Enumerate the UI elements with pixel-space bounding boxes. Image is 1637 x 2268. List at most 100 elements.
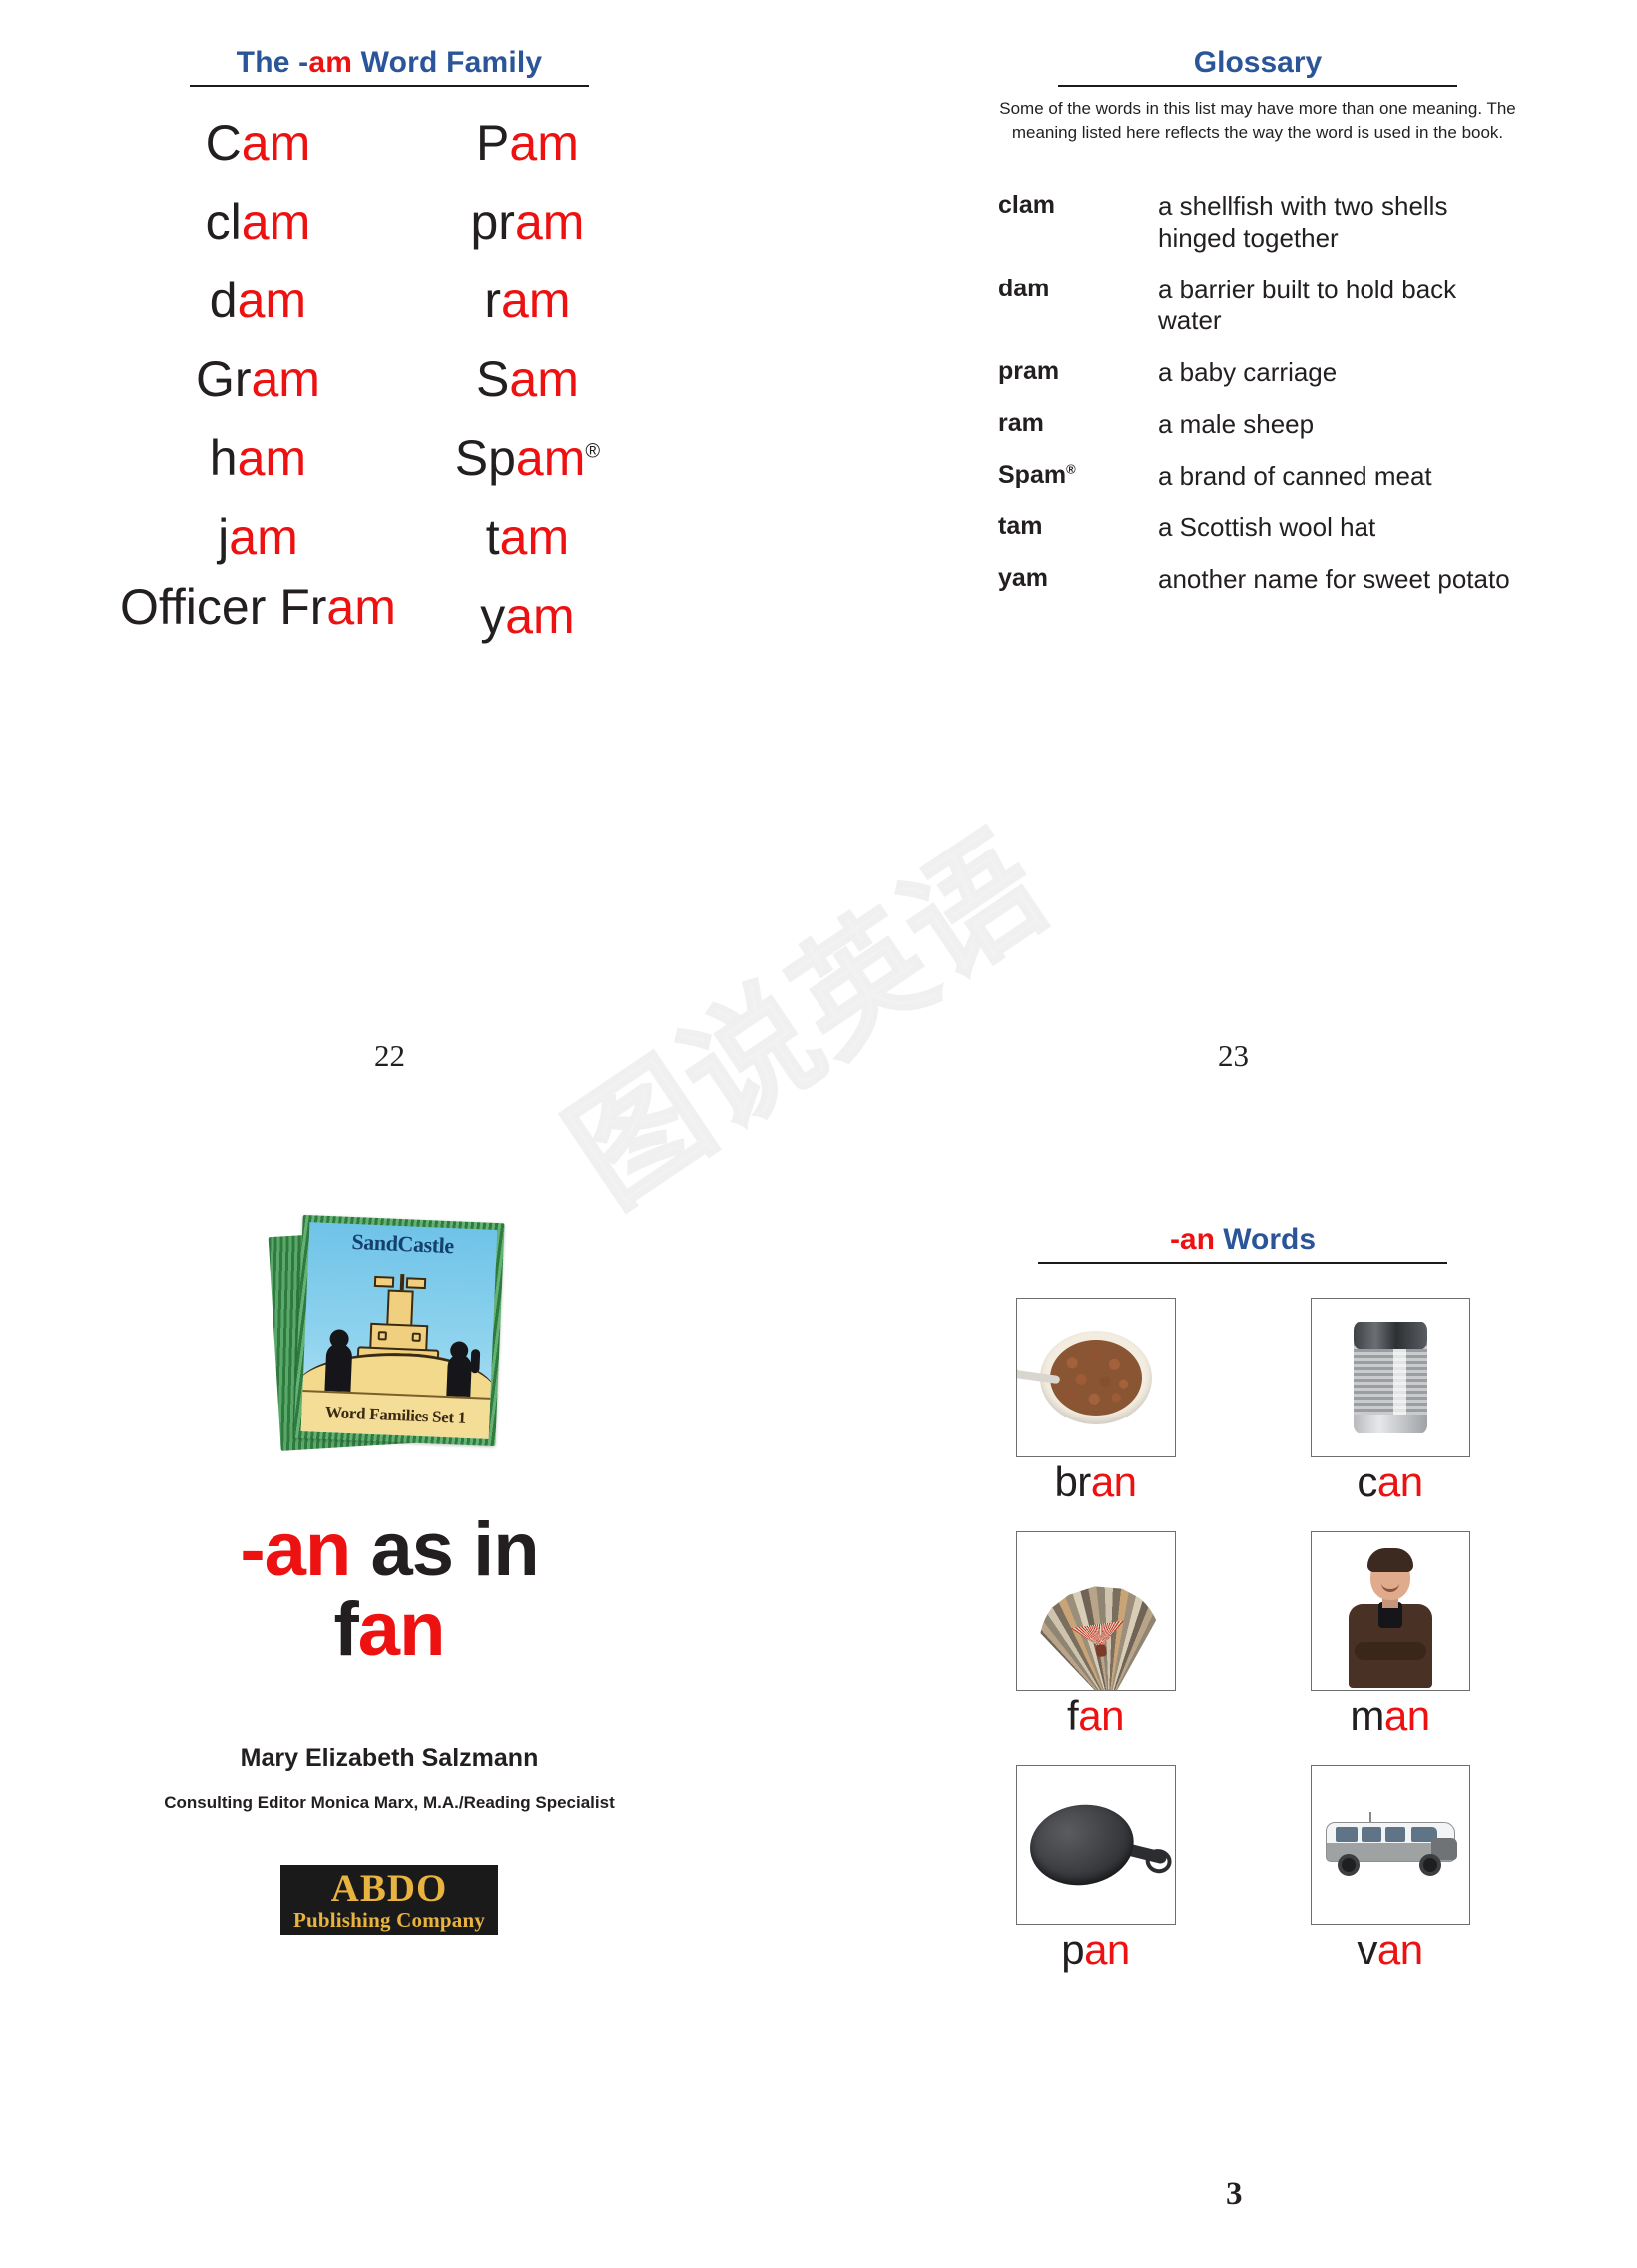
glossary-entry: ram a male sheep [998,409,1517,441]
glossary-definition: a barrier built to hold back water [1158,274,1457,336]
an-word-card[interactable]: van [1310,1765,1470,1974]
glossary-definition: a male sheep [1158,408,1315,439]
glossary-entry: tam a Scottish wool hat [998,512,1517,544]
tin-can-icon [1312,1299,1469,1456]
word-family-word: Officer Fram [120,579,396,635]
word-family-word: Sam [476,351,579,407]
book-headline: -an as in fan [110,1510,669,1670]
an-word-card[interactable]: fan [1015,1531,1176,1740]
an-words-grid: bran can fan man pan van [983,1298,1502,1974]
word-family-word: Cam [205,115,311,171]
word-family-title-suffix: Word Family [352,46,543,79]
folding-fan-icon [1017,1532,1175,1690]
word-family-word: Pam [476,115,579,171]
glossary-definition: another name for sweet potato [1158,564,1510,594]
cover-series-label: Word Families Set 1 [324,1402,467,1427]
an-word-label: can [1357,1458,1423,1505]
glossary-term: dam [998,274,1050,302]
an-word-label: pan [1061,1926,1130,1974]
an-word-label: man [1350,1692,1430,1740]
an-word-card[interactable]: man [1310,1531,1470,1740]
an-words-title: -an Words [1038,1223,1447,1264]
glossary-definition: a Scottish wool hat [1158,512,1376,543]
cover-front-sheet: SandCastle Word Families Set 1 [293,1214,505,1447]
picture-frame [1310,1531,1470,1692]
glossary-entry: Spam® a brand of canned meat [998,461,1517,493]
title-page-panel: SandCastle Word Families Set 1 -an as in… [110,1213,669,1935]
publisher-logo: ABDO Publishing Company [280,1864,498,1935]
word-family-word: jam [218,509,298,565]
cover-brand-label: SandCastle [350,1228,455,1259]
cover-artwork: SandCastle Word Families Set 1 [300,1222,498,1439]
passenger-van-icon [1312,1766,1469,1924]
headline-rime: -an [240,1507,351,1592]
glossary-term: ram [998,408,1044,437]
frying-pan-icon [1017,1766,1175,1924]
picture-frame [1310,1298,1470,1457]
registered-trademark-icon: ® [585,440,601,463]
red-flag-icon [373,1275,395,1288]
glossary-term: clam [998,191,1055,220]
blue-flag-icon [405,1277,427,1290]
word-family-list: Cam Pam clam pram dam ram Gram Sam ham S… [120,109,659,651]
an-word-label: bran [1054,1458,1137,1505]
headline-middle: as in [350,1507,539,1592]
glossary-definition: a shellfish with two shells hinged toget… [1158,191,1448,253]
author-name: Mary Elizabeth Salzmann [240,1743,539,1772]
an-word-label: van [1357,1926,1423,1974]
publisher-name: ABDO [330,1866,448,1910]
glossary-entry-list: clam a shellfish with two shells hinged … [998,191,1517,595]
word-family-word: dam [209,273,307,328]
word-family-word: ham [209,430,307,486]
glossary-term: Spam® [998,460,1076,489]
headline-word-onset: f [333,1586,358,1672]
glossary-entry: pram a baby carriage [998,357,1517,389]
picture-frame [1015,1298,1176,1457]
picture-frame [1015,1765,1176,1926]
page-number-23: 23 [1218,1038,1249,1073]
word-family-panel: The -am Word Family Cam Pam clam pram da… [120,46,659,651]
word-family-word: Spam® [454,430,601,486]
word-family-word: Gram [195,351,320,407]
book-page-number: 3 [1226,2176,1243,2212]
glossary-definition: a brand of canned meat [1158,460,1432,491]
headline-word-rime: an [357,1586,446,1672]
bran-cereal-bowl-icon [1016,1299,1175,1456]
an-words-title-suffix: Words [1214,1223,1317,1256]
word-family-word: clam [205,194,311,250]
registered-trademark-icon: ® [1066,461,1076,477]
glossary-term: yam [998,564,1049,592]
glossary-term: pram [998,357,1060,386]
glossary-title: Glossary [1058,46,1457,87]
picture-frame [1310,1765,1470,1926]
picture-frame [1015,1531,1176,1692]
glossary-entry: clam a shellfish with two shells hinged … [998,191,1517,254]
word-family-word: ram [484,273,571,328]
word-family-title: The -am Word Family [190,46,589,87]
glossary-term: tam [998,512,1043,541]
word-family-title-rime: am [308,46,353,79]
an-words-panel: -an Words bran can fan man pan van [983,1223,1502,1974]
word-family-word: yam [480,588,575,644]
an-word-card[interactable]: bran [1015,1298,1176,1505]
word-family-word: pram [470,194,585,250]
consulting-editor-credit: Consulting Editor Monica Marx, M.A./Read… [164,1792,615,1812]
smiling-man-icon [1312,1532,1469,1690]
book-cover-thumbnail: SandCastle Word Families Set 1 [268,1213,505,1462]
glossary-panel: Glossary Some of the words in this list … [998,46,1517,616]
an-word-card[interactable]: can [1310,1298,1470,1505]
cover-series-band: Word Families Set 1 [300,1389,495,1439]
page-number-22: 22 [374,1038,405,1073]
an-word-card[interactable]: pan [1015,1765,1176,1974]
child-silhouette-left [324,1329,353,1399]
glossary-intro: Some of the words in this list may have … [999,99,1516,143]
glossary-entry: yam another name for sweet potato [998,564,1517,596]
word-family-word: tam [485,509,570,565]
word-family-title-prefix: The - [236,46,309,79]
an-words-title-rime: -an [1169,1223,1215,1256]
an-word-label: fan [1067,1692,1124,1740]
book-spread-page: 图说英语 The -am Word Family Cam Pam clam pr… [0,0,1637,2268]
publisher-tagline: Publishing Company [292,1907,486,1932]
glossary-entry: dam a barrier built to hold back water [998,275,1517,337]
glossary-definition: a baby carriage [1158,357,1338,388]
